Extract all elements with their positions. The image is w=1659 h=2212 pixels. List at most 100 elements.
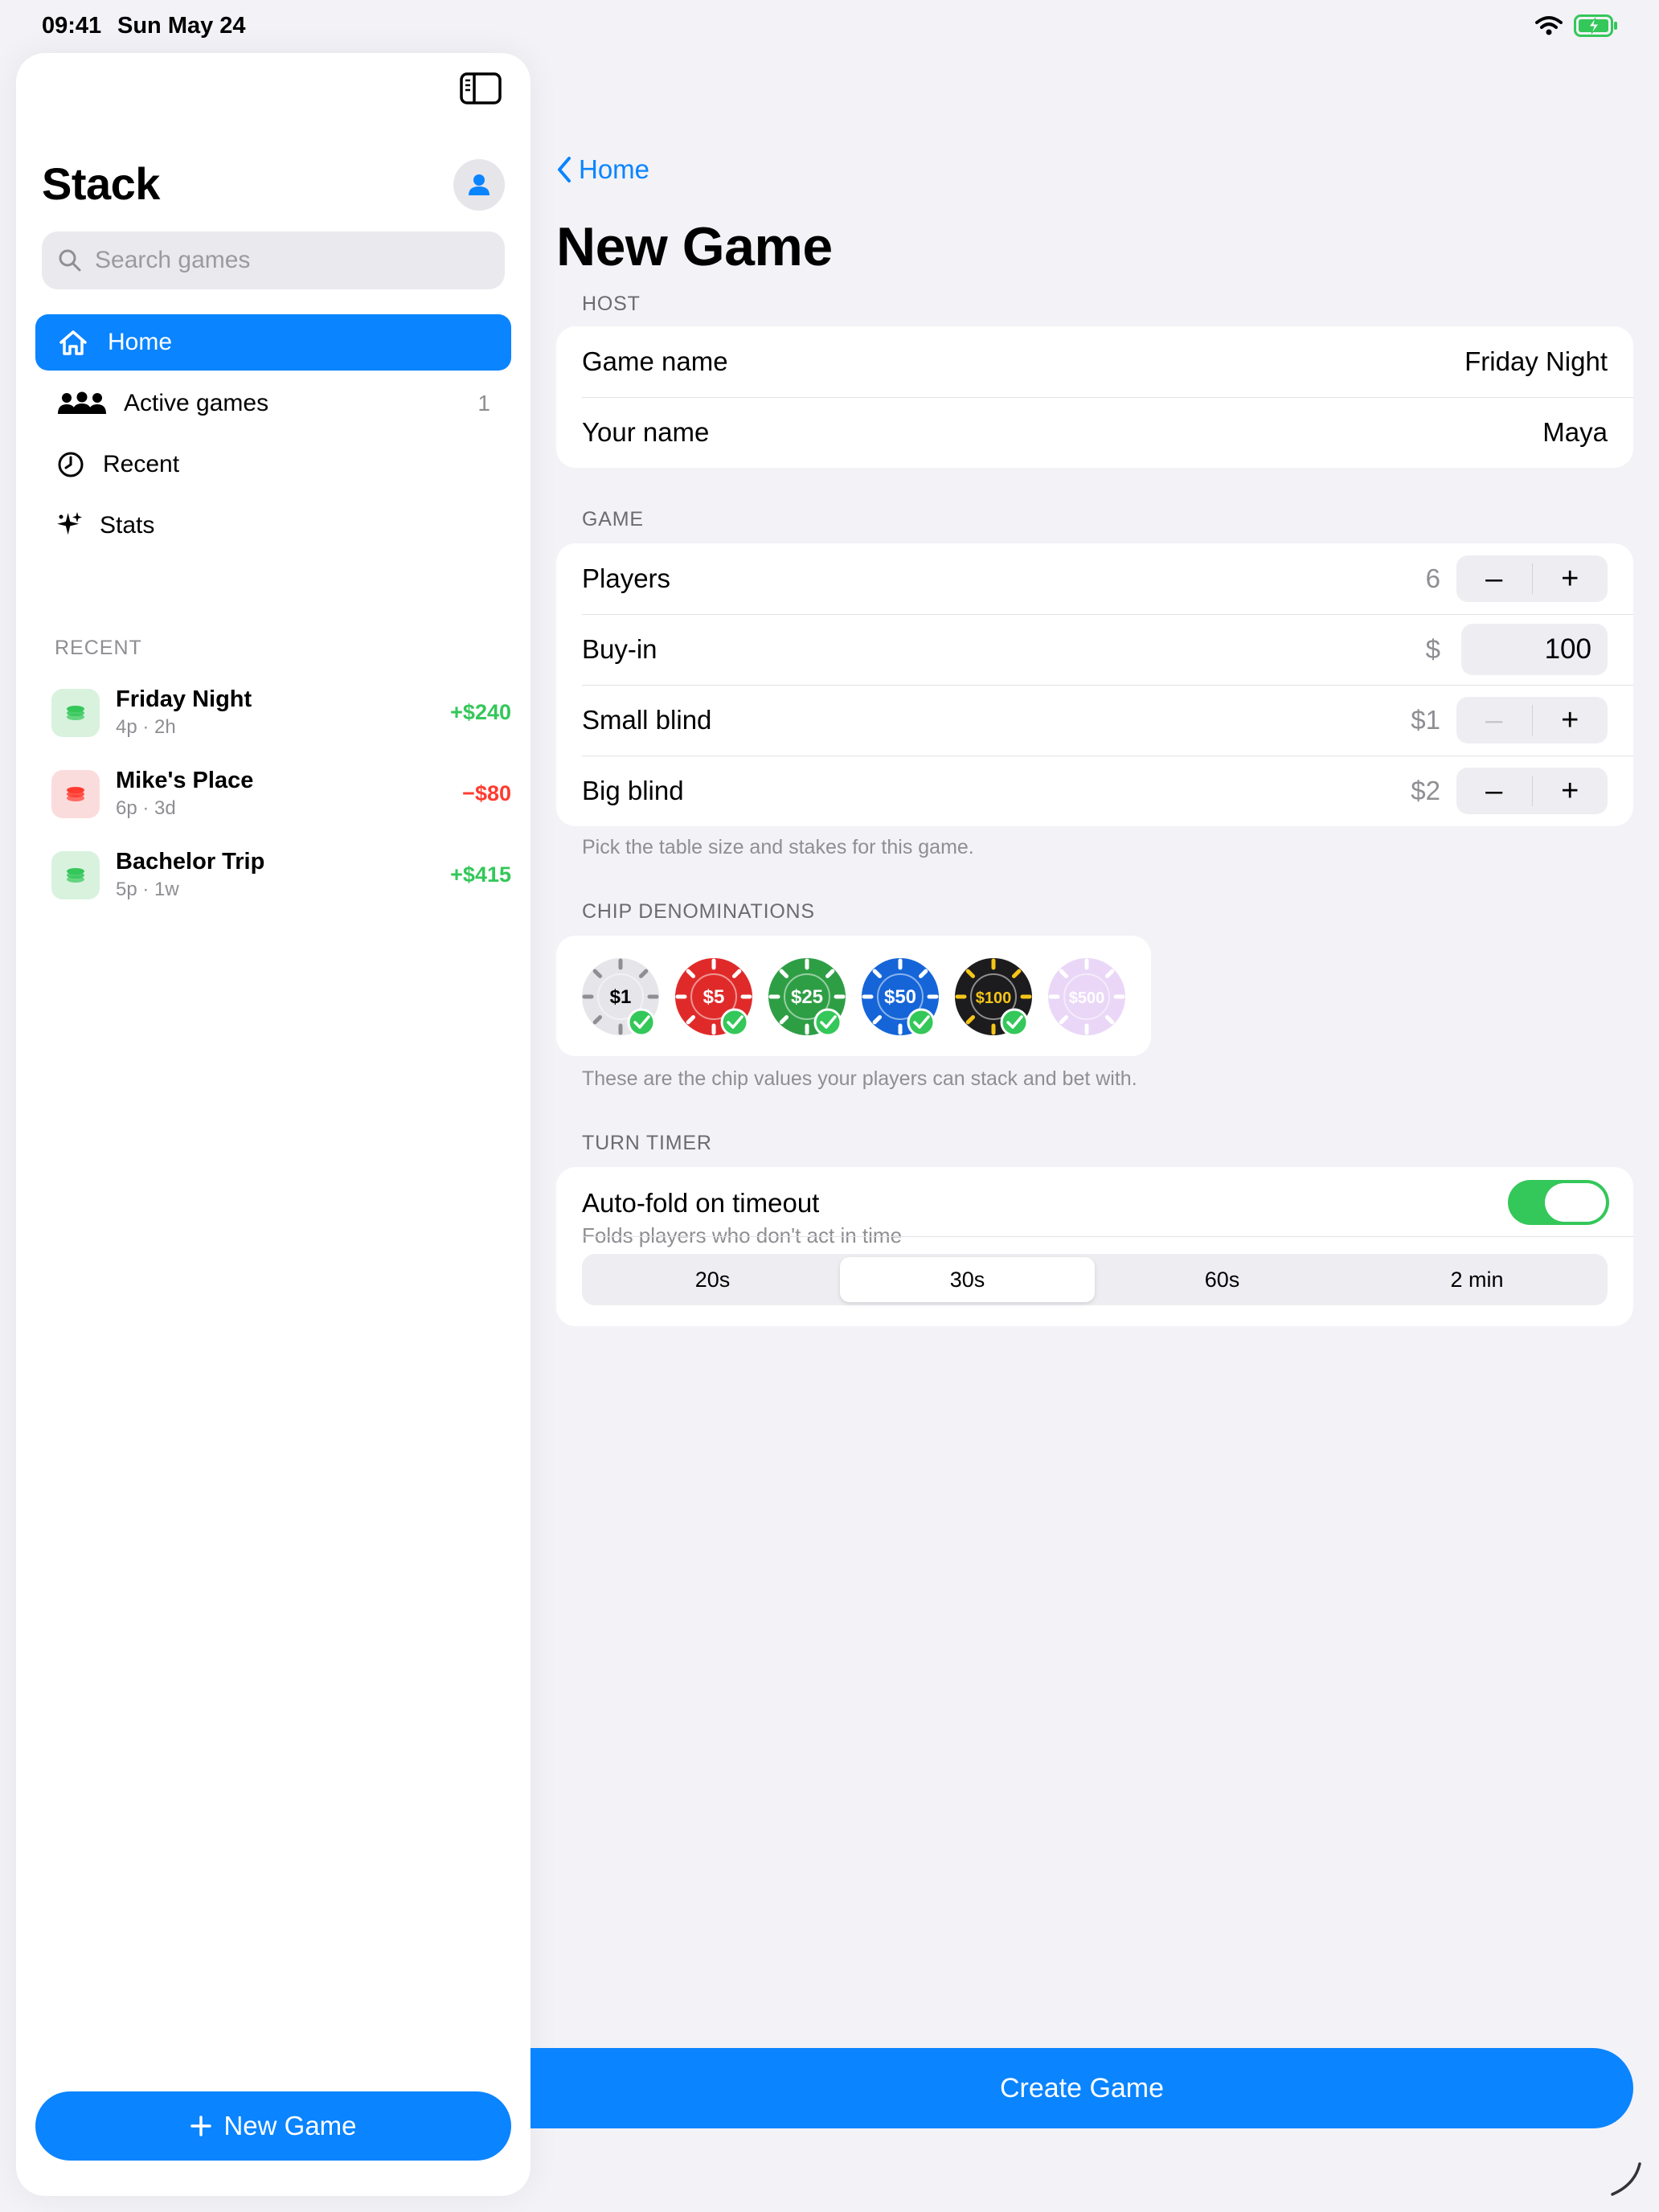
game-name-row[interactable]: Game name Friday Night — [556, 326, 1633, 397]
game-name-value[interactable]: Friday Night — [1464, 346, 1608, 377]
chip-50-toggle[interactable]: $50 — [860, 956, 940, 1037]
recent-game-name: Bachelor Trip — [116, 849, 265, 875]
chip-stack-icon — [51, 769, 100, 818]
sidebar-item-label: Recent — [103, 451, 180, 477]
game-card: Players 6 – + Buy-in $ 100 Small blind $… — [556, 543, 1633, 826]
chevron-left-icon — [558, 157, 571, 182]
sidebar: Stack Home — [16, 53, 530, 2196]
small-blind-decrement-button[interactable]: – — [1456, 697, 1532, 743]
game-section-header: GAME — [582, 508, 644, 530]
host-section-header: HOST — [582, 293, 641, 315]
big-blind-decrement-button[interactable]: – — [1456, 768, 1532, 814]
recent-game-meta: 5p · 1w — [116, 879, 179, 900]
big-blind-increment-button[interactable]: + — [1533, 768, 1608, 814]
buyin-input[interactable]: 100 — [1461, 624, 1608, 675]
timer-option-60s[interactable]: 60s — [1095, 1257, 1350, 1302]
search-icon — [59, 249, 81, 272]
recent-game-amount: −$80 — [462, 781, 511, 805]
timer-option-30s[interactable]: 30s — [840, 1257, 1095, 1302]
players-stepper: – + — [1456, 555, 1608, 602]
players-value: 6 — [1425, 563, 1440, 593]
big-blind-row: Big blind $2 – + — [556, 756, 1633, 826]
big-blind-stepper: – + — [1456, 768, 1608, 814]
people-icon — [56, 391, 108, 416]
back-label: Home — [579, 154, 650, 184]
status-icons — [1535, 14, 1619, 37]
recent-game-name: Friday Night — [116, 686, 252, 712]
small-blind-row: Small blind $1 – + — [556, 685, 1633, 756]
chip-25-toggle[interactable]: $25 — [767, 956, 847, 1037]
auto-fold-title: Auto-fold on timeout — [582, 1188, 820, 1218]
your-name-row[interactable]: Your name Maya — [556, 397, 1633, 468]
chip-denominations-card: $1 $5 $25 $50 $100 $500 — [556, 936, 1151, 1056]
sidebar-toggle-icon[interactable] — [460, 71, 502, 106]
chip-label: $50 — [884, 986, 916, 1008]
chips-section-header: CHIP DENOMINATIONS — [582, 900, 815, 923]
players-increment-button[interactable]: + — [1533, 555, 1608, 602]
buyin-label: Buy-in — [582, 634, 657, 664]
create-game-button[interactable]: Create Game — [530, 2048, 1633, 2128]
person-icon — [469, 174, 490, 195]
recent-games-list: Friday Night 4p · 2h +$240 Mike's Place … — [35, 672, 511, 916]
big-blind-label: Big blind — [582, 776, 684, 805]
sidebar-item-home[interactable]: Home — [35, 314, 511, 371]
small-blind-value: $1 — [1411, 705, 1440, 735]
chip-label: $500 — [1069, 989, 1105, 1007]
active-games-count: 1 — [477, 391, 490, 416]
timer-section-header: TURN TIMER — [582, 1132, 712, 1154]
sparkles-icon — [56, 510, 84, 541]
buyin-currency: $ — [1425, 634, 1440, 664]
search-field[interactable] — [42, 231, 505, 289]
sidebar-item-recent[interactable]: Recent — [35, 436, 511, 493]
chip-label: $100 — [976, 989, 1012, 1007]
timer-option-2min[interactable]: 2 min — [1350, 1257, 1604, 1302]
turn-timer-card: Auto-fold on timeout Folds players who d… — [556, 1167, 1633, 1326]
your-name-value[interactable]: Maya — [1542, 417, 1608, 448]
status-date: Sun May 24 — [117, 13, 246, 39]
create-game-label: Create Game — [999, 2072, 1165, 2103]
chip-label: $1 — [610, 986, 632, 1008]
chip-100-toggle[interactable]: $100 — [953, 956, 1034, 1037]
chip-stack-icon — [51, 850, 100, 899]
chip-label: $25 — [791, 986, 823, 1008]
sidebar-new-game-button[interactable]: New Game — [35, 2091, 511, 2161]
your-name-label: Your name — [582, 417, 710, 447]
buyin-row: Buy-in $ 100 — [556, 614, 1633, 685]
status-bar: 09:41 Sun May 24 — [0, 0, 1659, 53]
sidebar-item-active-games[interactable]: Active games 1 — [35, 375, 511, 432]
pencil-hover-indicator-icon — [1611, 2162, 1641, 2196]
page-title: New Game — [556, 216, 833, 277]
chip-5-toggle[interactable]: $5 — [674, 956, 754, 1037]
profile-button[interactable] — [453, 159, 505, 211]
timer-option-20s[interactable]: 20s — [585, 1257, 840, 1302]
timer-divider — [582, 1236, 1633, 1237]
sidebar-item-label: Active games — [124, 390, 269, 416]
plus-icon — [190, 2116, 212, 2136]
players-decrement-button[interactable]: – — [1456, 555, 1532, 602]
back-button[interactable]: Home — [556, 154, 649, 185]
recent-game-meta: 6p · 3d — [116, 797, 176, 819]
sidebar-nav: Home Active games 1 Recent Stats — [35, 314, 511, 559]
chip-500-toggle[interactable]: $500 — [1047, 956, 1127, 1037]
house-icon — [56, 329, 90, 356]
checkmark-icon — [813, 1008, 842, 1037]
search-input[interactable] — [95, 247, 481, 274]
small-blind-stepper: – + — [1456, 697, 1608, 743]
recent-game-item[interactable]: Mike's Place 6p · 3d −$80 — [35, 753, 511, 834]
recent-game-meta: 4p · 2h — [116, 716, 176, 738]
recent-game-amount: +$415 — [450, 862, 511, 887]
auto-fold-toggle[interactable] — [1508, 1180, 1609, 1225]
small-blind-increment-button[interactable]: + — [1533, 697, 1608, 743]
players-row: Players 6 – + — [556, 543, 1633, 614]
recent-section-header: RECENT — [55, 637, 142, 659]
players-label: Players — [582, 563, 671, 593]
recent-game-item[interactable]: Bachelor Trip 5p · 1w +$415 — [35, 834, 511, 916]
new-game-label: New Game — [223, 2111, 357, 2140]
checkmark-icon — [1000, 1008, 1029, 1037]
recent-game-amount: +$240 — [450, 700, 511, 724]
chip-1-toggle[interactable]: $1 — [580, 956, 661, 1037]
sidebar-item-stats[interactable]: Stats — [35, 498, 511, 554]
host-card: Game name Friday Night Your name Maya — [556, 326, 1633, 468]
recent-game-name: Mike's Place — [116, 768, 254, 793]
recent-game-item[interactable]: Friday Night 4p · 2h +$240 — [35, 672, 511, 753]
